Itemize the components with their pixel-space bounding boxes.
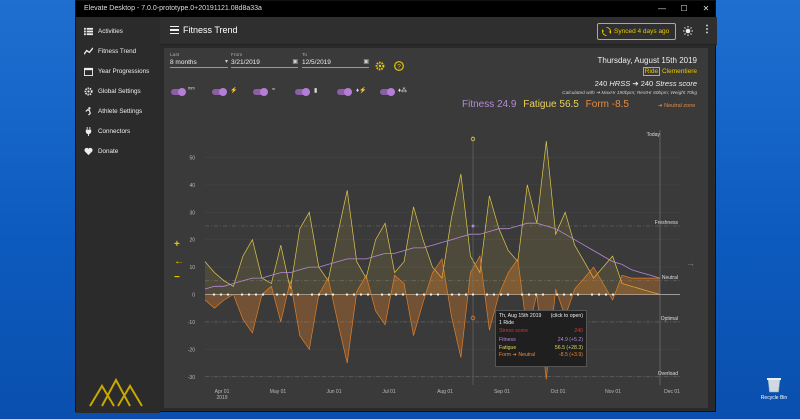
activity-dot bbox=[219, 293, 223, 296]
activity-dot bbox=[485, 293, 489, 296]
activity-dot bbox=[261, 293, 265, 296]
y-tick-label: 0 bbox=[192, 293, 195, 299]
tooltip-fitness-value: 24.9 (+5.2) bbox=[557, 337, 583, 344]
activity-dot bbox=[359, 293, 363, 296]
zoom-in-icon[interactable]: + bbox=[174, 240, 180, 250]
activity-dot bbox=[597, 293, 601, 296]
activity-dot bbox=[289, 293, 293, 296]
activity-dot bbox=[345, 293, 349, 296]
activity-dot bbox=[296, 293, 300, 296]
activity-dot bbox=[457, 293, 461, 296]
tooltip-fatigue-value: 56.5 (+28.3) bbox=[554, 344, 583, 351]
activity-dot bbox=[317, 293, 321, 296]
activity-dot bbox=[394, 293, 398, 296]
y-tick-label: 40 bbox=[189, 183, 195, 189]
x-year-label: 2019 bbox=[216, 395, 227, 401]
y-tick-label: -20 bbox=[188, 347, 195, 353]
zone-label-optimal: Optimal bbox=[661, 316, 678, 322]
x-tick-label: Dec 01 bbox=[664, 389, 680, 395]
y-tick-label: 10 bbox=[189, 265, 195, 271]
activity-dot bbox=[555, 293, 559, 296]
activity-dot bbox=[506, 293, 510, 296]
activity-dot bbox=[611, 293, 615, 296]
chart-tooltip[interactable]: Th, Aug 15th 2019 (click to open) 1 Ride … bbox=[495, 310, 587, 367]
selected-fitness-point bbox=[471, 224, 475, 228]
activity-dot bbox=[275, 293, 279, 296]
tooltip-fatigue-label: Fatigue bbox=[499, 344, 517, 351]
tooltip-form-label: Form ➔ Neutral bbox=[499, 351, 536, 358]
recycle-bin-icon bbox=[767, 378, 781, 393]
zone-label-overload: Overload bbox=[658, 371, 679, 377]
x-tick-label: Jul 01 bbox=[382, 389, 396, 395]
activity-dot bbox=[576, 293, 580, 296]
activity-dot bbox=[562, 293, 566, 296]
activity-dot bbox=[387, 293, 391, 296]
activity-dot bbox=[366, 293, 370, 296]
activity-dot bbox=[534, 293, 538, 296]
zone-label-neutral: Neutral bbox=[662, 275, 678, 281]
tooltip-stress-value: 240 bbox=[574, 327, 583, 334]
recycle-bin[interactable]: Recycle Bin bbox=[760, 375, 788, 401]
x-tick-label: Aug 01 bbox=[437, 389, 453, 395]
zoom-out-icon[interactable]: − bbox=[174, 273, 180, 283]
tooltip-title: Th, Aug 15th 2019 bbox=[499, 313, 542, 319]
x-tick-label: May 01 bbox=[270, 389, 287, 395]
arrow-left-icon[interactable]: ← bbox=[174, 257, 184, 267]
activity-dot bbox=[226, 293, 230, 296]
zone-label-today: Today bbox=[647, 132, 661, 138]
activity-dot bbox=[450, 293, 454, 296]
activity-dot bbox=[415, 293, 419, 296]
tooltip-stress-label: Stress score bbox=[499, 327, 528, 334]
activity-dot bbox=[247, 293, 251, 296]
arrow-right-icon[interactable]: → bbox=[686, 258, 695, 268]
activity-dot bbox=[380, 293, 384, 296]
y-tick-label: 20 bbox=[189, 238, 195, 244]
zone-label-freshness: Freshness bbox=[655, 220, 679, 226]
activity-dot bbox=[422, 293, 426, 296]
activity-dot bbox=[590, 293, 594, 296]
activity-dot bbox=[254, 293, 258, 296]
activity-dot bbox=[240, 293, 244, 296]
tooltip-hint: (click to open) bbox=[550, 313, 583, 319]
activity-dot bbox=[310, 293, 314, 296]
y-tick-label: -10 bbox=[188, 320, 195, 326]
y-tick-label: 50 bbox=[189, 155, 195, 161]
activity-dot bbox=[569, 293, 573, 296]
activity-dot bbox=[527, 293, 531, 296]
y-tick-label: -30 bbox=[188, 375, 195, 381]
activity-dot bbox=[541, 293, 545, 296]
tooltip-form-value: -8.5 (+3.9) bbox=[558, 351, 583, 358]
tooltip-fitness-label: Fitness bbox=[499, 337, 516, 344]
recycle-bin-label: Recycle Bin bbox=[760, 395, 788, 401]
activity-dot bbox=[401, 293, 405, 296]
activity-dot bbox=[520, 293, 524, 296]
activity-dot bbox=[212, 293, 216, 296]
x-tick-label: Jun 01 bbox=[326, 389, 341, 395]
fitness-chart[interactable]: 50403020100-10-20-30Apr 01 May 01 Jun 01 Ju… bbox=[0, 0, 800, 419]
activity-dot bbox=[464, 293, 468, 296]
y-tick-label: 30 bbox=[189, 210, 195, 216]
activity-dot bbox=[436, 293, 440, 296]
activity-dot bbox=[604, 293, 608, 296]
activity-dot bbox=[492, 293, 496, 296]
x-tick-label: Nov 01 bbox=[605, 389, 621, 395]
activity-dot bbox=[471, 293, 475, 296]
tooltip-rides: 1 Ride bbox=[499, 320, 514, 327]
activity-dot bbox=[352, 293, 356, 296]
activity-dot bbox=[331, 293, 335, 296]
activity-dot bbox=[282, 293, 286, 296]
activity-dot bbox=[324, 293, 328, 296]
activity-dot bbox=[429, 293, 433, 296]
activity-dot bbox=[499, 293, 503, 296]
x-tick-label: Oct 01 bbox=[551, 389, 566, 395]
x-tick-label: Sep 01 bbox=[494, 389, 510, 395]
